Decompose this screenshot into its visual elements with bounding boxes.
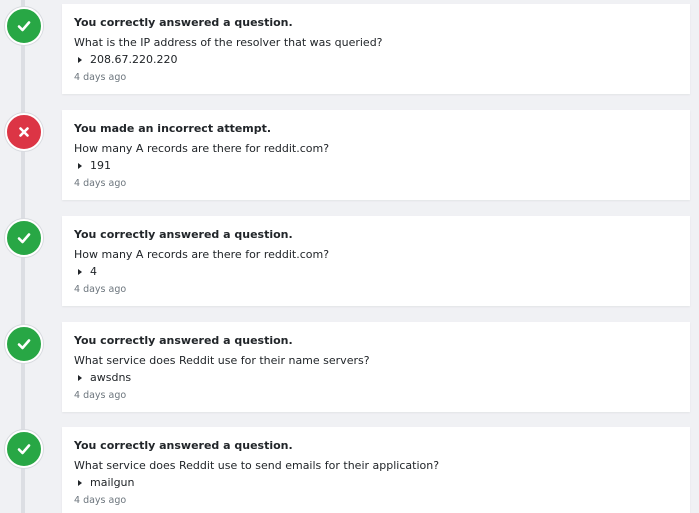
submitted-answer: 208.67.220.220 [90, 53, 178, 66]
check-icon [17, 444, 31, 455]
activity-card: You correctly answered a question. What … [62, 4, 690, 94]
activity-status: You made an incorrect attempt. [74, 122, 272, 135]
correct-badge [5, 430, 43, 468]
submitted-answer: awsdns [90, 371, 132, 384]
caret-right-icon[interactable] [78, 268, 82, 275]
activity-card: You correctly answered a question. What … [62, 427, 690, 513]
activity-status: You correctly answered a question. [74, 334, 293, 347]
check-icon [17, 233, 31, 244]
timestamp: 4 days ago [74, 72, 127, 83]
activity-card: You correctly answered a question. How m… [62, 216, 690, 306]
timeline-entry: You made an incorrect attempt. How many … [0, 106, 699, 200]
incorrect-badge [5, 113, 43, 151]
activity-status: You correctly answered a question. [74, 439, 293, 452]
timestamp: 4 days ago [74, 178, 127, 189]
activity-card: You made an incorrect attempt. How many … [62, 110, 690, 200]
submitted-answer: 4 [90, 265, 97, 278]
x-icon [19, 127, 29, 137]
caret-right-icon[interactable] [78, 374, 82, 381]
check-icon [17, 339, 31, 350]
question-text: What service does Reddit use for their n… [74, 354, 370, 367]
question-text: How many A records are there for reddit.… [74, 142, 330, 155]
timestamp: 4 days ago [74, 284, 127, 295]
caret-right-icon[interactable] [78, 56, 82, 63]
submitted-answer: mailgun [90, 476, 135, 489]
correct-badge [5, 7, 43, 45]
timeline-entry: You correctly answered a question. What … [0, 0, 699, 94]
answer-disclosure[interactable]: 208.67.220.220 [74, 53, 678, 66]
caret-right-icon[interactable] [78, 479, 82, 486]
timeline-entry: You correctly answered a question. What … [0, 318, 699, 412]
timeline-entry: You correctly answered a question. How m… [0, 212, 699, 306]
correct-badge [5, 219, 43, 257]
activity-status: You correctly answered a question. [74, 16, 293, 29]
timestamp: 4 days ago [74, 390, 127, 401]
activity-status: You correctly answered a question. [74, 228, 293, 241]
answer-disclosure[interactable]: mailgun [74, 476, 678, 489]
correct-badge [5, 325, 43, 363]
caret-right-icon[interactable] [78, 162, 82, 169]
timeline-entry: You correctly answered a question. What … [0, 423, 699, 513]
activity-card: You correctly answered a question. What … [62, 322, 690, 412]
timestamp: 4 days ago [74, 495, 127, 506]
check-icon [17, 21, 31, 32]
question-text: What service does Reddit use to send ema… [74, 459, 440, 472]
answer-disclosure[interactable]: 4 [74, 265, 678, 278]
activity-timeline: You correctly answered a question. What … [0, 0, 699, 513]
question-text: How many A records are there for reddit.… [74, 248, 330, 261]
answer-disclosure[interactable]: 191 [74, 159, 678, 172]
question-text: What is the IP address of the resolver t… [74, 36, 383, 49]
submitted-answer: 191 [90, 159, 111, 172]
answer-disclosure[interactable]: awsdns [74, 371, 678, 384]
